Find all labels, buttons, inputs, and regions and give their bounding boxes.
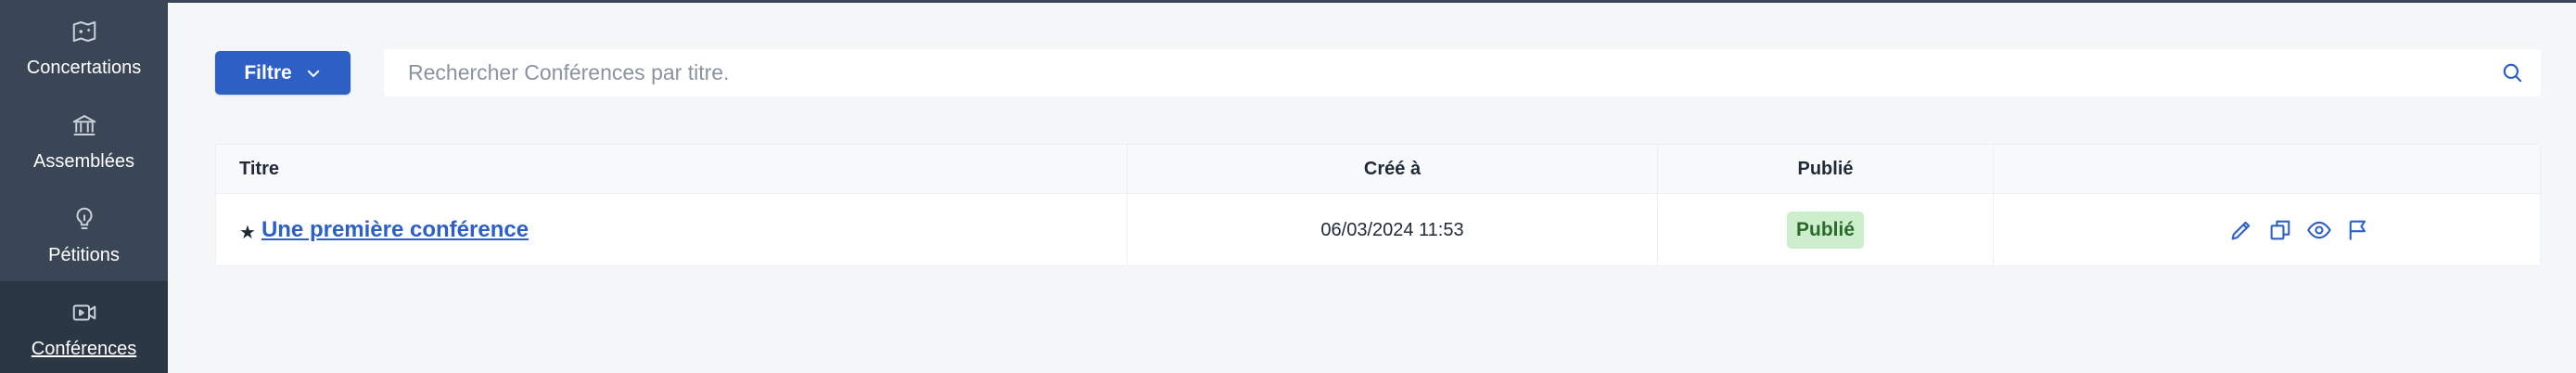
sidebar-item-label: Conférences — [31, 338, 137, 359]
created-at-cell: 06/03/2024 11:53 — [1128, 194, 1658, 266]
search-bar — [384, 49, 2541, 96]
created-at-value: 06/03/2024 11:53 — [1320, 219, 1464, 240]
sidebar-item-concertations[interactable]: Concertations — [0, 0, 168, 94]
sidebar-item-conferences[interactable]: Conférences — [0, 281, 168, 373]
moderation-button[interactable] — [2345, 217, 2371, 243]
column-header-title[interactable]: Titre — [216, 145, 1128, 193]
flag-icon — [2349, 220, 2366, 240]
sidebar-item-assemblees[interactable]: Assemblées — [0, 94, 168, 187]
pencil-icon — [2231, 221, 2251, 240]
sidebar-item-label: Pétitions — [48, 244, 120, 265]
lightbulb-icon — [69, 203, 100, 235]
column-header-created-at[interactable]: Créé à — [1128, 145, 1658, 193]
star-icon: ★ — [239, 222, 256, 243]
conference-title-link[interactable]: Une première conférence — [261, 217, 529, 243]
search-icon[interactable] — [2500, 60, 2524, 84]
institution-icon — [69, 109, 100, 141]
sidebar-item-label: Assemblées — [33, 150, 134, 172]
published-cell: Publié — [1658, 194, 1994, 266]
conferences-table: Titre Créé à Publié ★ Une première confé… — [215, 144, 2541, 266]
column-header-published[interactable]: Publié — [1658, 145, 1994, 193]
edit-button[interactable] — [2228, 217, 2254, 243]
sidebar-item-label: Concertations — [26, 57, 142, 78]
preview-button[interactable] — [2306, 217, 2332, 243]
eye-icon — [2307, 221, 2331, 239]
row-actions — [2228, 194, 2371, 266]
sidebar-item-petitions[interactable]: Pétitions — [0, 187, 168, 281]
filter-button[interactable]: Filtre — [215, 51, 351, 95]
video-icon — [69, 297, 100, 328]
duplicate-button[interactable] — [2267, 217, 2293, 243]
status-badge: Publié — [1786, 212, 1864, 249]
filter-button-label: Filtre — [244, 61, 292, 84]
copy-icon — [2270, 220, 2290, 240]
chevron-down-icon — [307, 70, 319, 77]
table-row: ★ Une première conférence 06/03/2024 11:… — [216, 194, 2540, 266]
title-cell: ★ Une première conférence — [216, 194, 1128, 266]
main-content: Filtre Titre Créé à Publié ★ Une premièr… — [168, 3, 2576, 373]
sidebar: Concertations Assemblées Pétitions Confé… — [0, 0, 168, 373]
table-header: Titre Créé à Publié — [216, 145, 2540, 194]
map-icon — [69, 16, 100, 47]
search-input[interactable] — [384, 49, 2461, 96]
column-header-actions — [1994, 145, 2542, 193]
